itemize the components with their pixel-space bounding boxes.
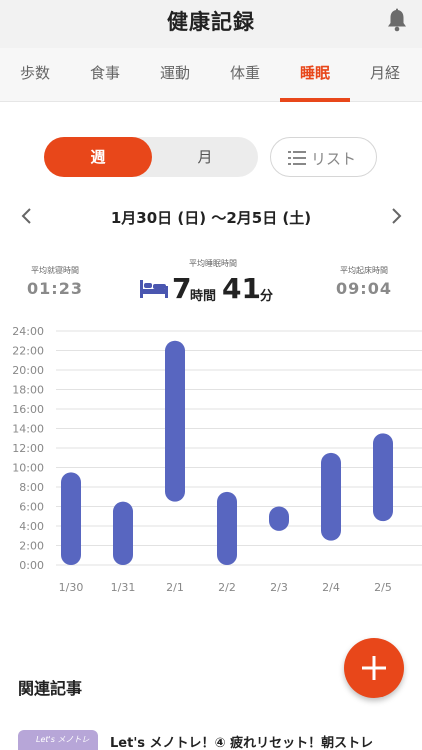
avg-bedtime-value: 01:23 bbox=[27, 279, 83, 298]
y-tick-label: 24:00 bbox=[12, 325, 44, 338]
tab-steps[interactable]: 歩数 bbox=[0, 48, 70, 102]
app-header: 健康記録 bbox=[0, 0, 422, 48]
date-navigator: 1月30日 (日) 〜2月5日 (土) bbox=[0, 200, 422, 234]
x-tick-label: 1/31 bbox=[111, 581, 136, 594]
chevron-right-icon[interactable] bbox=[386, 206, 406, 226]
list-button-label: リスト bbox=[311, 150, 357, 168]
sleep-bar[interactable] bbox=[321, 452, 341, 541]
week-toggle-button[interactable]: 週 bbox=[44, 137, 152, 177]
tab-exercise[interactable]: 運動 bbox=[140, 48, 210, 102]
sleep-bar[interactable] bbox=[165, 340, 185, 502]
bed-icon bbox=[140, 280, 168, 298]
y-tick-label: 22:00 bbox=[12, 345, 44, 358]
page-title: 健康記録 bbox=[167, 10, 255, 34]
avg-bedtime-caption: 平均就寝時間 bbox=[31, 266, 79, 275]
x-tick-label: 1/30 bbox=[59, 581, 84, 594]
sleep-bar[interactable] bbox=[269, 506, 289, 531]
avg-sleep-minutes-unit: 分 bbox=[260, 289, 274, 304]
period-toggle: 週 月 bbox=[44, 137, 258, 177]
active-tab-indicator bbox=[280, 98, 350, 102]
x-tick-label: 2/3 bbox=[270, 581, 288, 594]
y-tick-label: 16:00 bbox=[12, 403, 44, 416]
y-tick-label: 2:00 bbox=[19, 540, 44, 553]
avg-sleep-minutes: 41 bbox=[222, 272, 261, 305]
sleep-chart: 0:00 2:00 4:00 6:00 8:00 10:00 12:00 14:00 16:00… bbox=[12, 325, 422, 594]
tab-meals[interactable]: 食事 bbox=[70, 48, 140, 102]
related-articles-heading: 関連記事 bbox=[18, 679, 83, 698]
x-tick-label: 2/4 bbox=[322, 581, 340, 594]
tab-weight[interactable]: 体重 bbox=[210, 48, 280, 102]
month-toggle-button[interactable]: 月 bbox=[152, 137, 258, 177]
sleep-bar[interactable] bbox=[217, 491, 237, 565]
add-record-button[interactable] bbox=[344, 638, 404, 698]
list-view-button[interactable]: リスト bbox=[270, 137, 377, 177]
tab-label: 睡眠 bbox=[299, 64, 330, 82]
tab-sleep[interactable]: 睡眠 bbox=[280, 48, 350, 102]
y-tick-label: 8:00 bbox=[19, 481, 44, 494]
date-range-label: 1月30日 (日) 〜2月5日 (土) bbox=[110, 209, 312, 227]
x-tick-label: 2/5 bbox=[374, 581, 392, 594]
plus-icon bbox=[362, 656, 386, 680]
list-icon bbox=[288, 151, 306, 165]
y-tick-label: 4:00 bbox=[19, 520, 44, 533]
article-thumbnail[interactable]: Let's メノトレ bbox=[18, 730, 98, 750]
avg-sleep-caption: 平均睡眠時間 bbox=[189, 259, 237, 268]
avg-wake-value: 09:04 bbox=[336, 279, 392, 298]
tab-menstruation[interactable]: 月経 bbox=[350, 48, 420, 102]
category-tabs: 歩数 食事 運動 体重 睡眠 月経 bbox=[0, 48, 422, 102]
avg-wake-caption: 平均起床時間 bbox=[340, 266, 388, 275]
y-tick-label: 0:00 bbox=[19, 559, 44, 572]
sleep-bar[interactable] bbox=[61, 472, 81, 565]
y-tick-label: 12:00 bbox=[12, 442, 44, 455]
y-tick-label: 10:00 bbox=[12, 462, 44, 475]
tab-label: 食事 bbox=[89, 64, 120, 82]
x-tick-label: 2/2 bbox=[218, 581, 236, 594]
article-title[interactable]: Let's メノトレ！④ 疲れリセット！朝ストレ bbox=[110, 732, 373, 750]
avg-sleep-stat: 平均睡眠時間 7 時間 41 分 bbox=[138, 258, 288, 305]
article-thumbnail-text: Let's メノトレ bbox=[36, 735, 90, 744]
avg-wake-stat: 平均起床時間 09:04 bbox=[334, 265, 394, 298]
y-tick-label: 18:00 bbox=[12, 384, 44, 397]
tab-label: 体重 bbox=[229, 64, 260, 82]
avg-sleep-hours: 7 bbox=[172, 272, 192, 305]
x-tick-label: 2/1 bbox=[166, 581, 184, 594]
y-tick-label: 6:00 bbox=[19, 501, 44, 514]
sleep-bar[interactable] bbox=[373, 433, 393, 522]
y-tick-label: 14:00 bbox=[12, 423, 44, 436]
tab-label: 月経 bbox=[369, 64, 400, 82]
avg-bedtime-stat: 平均就寝時間 01:23 bbox=[22, 265, 88, 298]
bell-icon[interactable] bbox=[386, 8, 408, 32]
y-tick-label: 20:00 bbox=[12, 364, 44, 377]
tab-label: 歩数 bbox=[19, 64, 50, 82]
avg-sleep-hours-unit: 時間 bbox=[190, 289, 217, 304]
tab-label: 運動 bbox=[159, 64, 190, 82]
sleep-bar[interactable] bbox=[113, 501, 133, 565]
